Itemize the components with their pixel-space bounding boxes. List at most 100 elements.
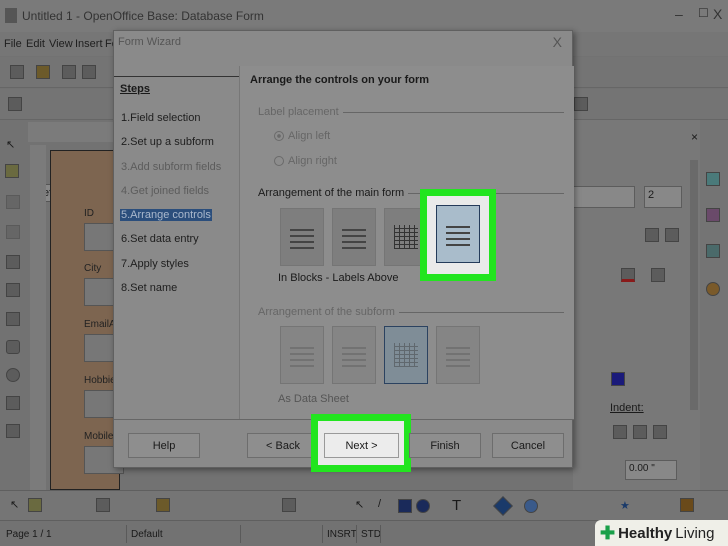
insert-mode[interactable]: INSRT <box>327 529 357 540</box>
list-box-icon[interactable] <box>6 396 20 410</box>
horizontal-ruler <box>28 122 118 142</box>
vertical-ruler <box>30 145 46 490</box>
sub-columnar-left-icon <box>290 343 314 367</box>
increase-indent-icon[interactable] <box>613 425 627 439</box>
form-properties-icon[interactable] <box>6 225 20 239</box>
control-properties-icon[interactable] <box>96 498 110 512</box>
image-icon[interactable] <box>680 498 694 512</box>
sub-blocks-labels-above-option[interactable] <box>436 326 480 384</box>
form-wizard-dialog: Form Wizard X Steps 1.Field selection 2.… <box>113 30 574 472</box>
font-size-select[interactable]: 2 <box>644 186 682 208</box>
select-pointer-icon[interactable]: ↖ <box>6 138 20 152</box>
decrease-indent-icon[interactable] <box>633 425 647 439</box>
dialog-close-button[interactable]: X <box>553 34 562 50</box>
align-left-label: Align left <box>288 130 331 142</box>
maximize-button[interactable]: ☐ <box>698 6 709 20</box>
sub-columnar-top-option[interactable] <box>332 326 376 384</box>
basic-shapes-icon[interactable] <box>493 496 513 516</box>
edit-file-icon[interactable] <box>82 65 96 79</box>
stars-icon[interactable]: ★ <box>620 499 634 513</box>
menu-file[interactable]: File <box>4 38 22 50</box>
step-arrange-controls[interactable]: 5.Arrange controls <box>120 209 212 221</box>
menu-edit[interactable]: Edit <box>26 38 45 50</box>
styles-deck-icon[interactable] <box>706 208 720 222</box>
styles-icon[interactable] <box>8 97 22 111</box>
page-style[interactable]: Default <box>131 529 163 540</box>
step-field-selection[interactable]: 1.Field selection <box>120 112 202 124</box>
finish-button[interactable]: Finish <box>409 433 481 458</box>
columnar-top-icon <box>342 225 366 249</box>
subform-arrangement-caption: As Data Sheet <box>278 393 349 405</box>
title-bar: Untitled 1 - OpenOffice Base: Database F… <box>0 0 728 32</box>
text-icon[interactable]: T <box>452 497 466 514</box>
back-button[interactable]: < Back <box>247 433 319 458</box>
design-mode-toggle-icon[interactable] <box>28 498 42 512</box>
grid-icon[interactable] <box>282 498 296 512</box>
step-set-up-subform[interactable]: 2.Set up a subform <box>120 136 215 148</box>
arrange-controls-page: Arrange the controls on your form Label … <box>239 66 574 419</box>
menu-view[interactable]: View <box>49 38 73 50</box>
combo-box-icon[interactable] <box>6 424 20 438</box>
gallery-deck-icon[interactable] <box>706 244 720 258</box>
main-form-arrangement-title: Arrangement of the main form <box>258 187 405 199</box>
close-sidebar-icon[interactable]: × <box>691 130 698 144</box>
page-heading: Arrange the controls on your form <box>250 74 430 86</box>
cancel-button[interactable]: Cancel <box>492 433 564 458</box>
align-right-radio[interactable]: Align right <box>274 155 337 167</box>
open-folder-icon[interactable] <box>36 65 50 79</box>
font-name-select[interactable] <box>573 186 635 208</box>
ellipse-icon[interactable] <box>416 499 430 513</box>
subform-arrangement-title: Arrangement of the subform <box>258 306 395 318</box>
formatted-field-icon[interactable] <box>6 312 20 326</box>
select-icon[interactable]: ↖ <box>10 498 24 512</box>
design-mode-icon[interactable] <box>5 164 19 178</box>
control-wizard-icon[interactable] <box>6 195 20 209</box>
sub-columnar-left-option[interactable] <box>280 326 324 384</box>
align-left-radio[interactable]: Align left <box>274 130 330 142</box>
menu-insert[interactable]: Insert <box>75 38 103 50</box>
grow-font-icon[interactable] <box>645 228 659 242</box>
line-icon[interactable]: / <box>378 498 392 512</box>
navigator-deck-icon[interactable] <box>706 282 720 296</box>
sidebar-scrollbar[interactable] <box>690 160 698 410</box>
spacing-input[interactable]: 0.00 " <box>625 460 677 480</box>
steps-header: Steps <box>120 83 150 95</box>
step-add-subform-fields[interactable]: 3.Add subform fields <box>120 161 222 173</box>
help-button[interactable]: Help <box>128 433 200 458</box>
step-apply-styles[interactable]: 7.Apply styles <box>120 258 190 270</box>
rectangle-icon[interactable] <box>398 499 412 513</box>
main-columnar-top-option[interactable] <box>332 208 376 266</box>
main-columnar-left-option[interactable] <box>280 208 324 266</box>
sidebar-deck-tabs <box>700 120 728 490</box>
minimize-button[interactable]: – <box>675 6 683 22</box>
subform-arrangement-group: Arrangement of the subform <box>258 306 564 318</box>
properties-deck-icon[interactable] <box>706 172 720 186</box>
shrink-font-icon[interactable] <box>665 228 679 242</box>
main-blocks-labels-above-option[interactable] <box>436 205 480 263</box>
checkbox-icon[interactable] <box>6 255 20 269</box>
next-button[interactable]: Next > <box>324 433 399 458</box>
align-right-label: Align right <box>288 155 337 167</box>
draw-select-icon[interactable]: ↖ <box>355 498 369 512</box>
save-icon[interactable] <box>62 65 76 79</box>
option-button-icon[interactable] <box>6 368 20 382</box>
font-color-icon[interactable] <box>621 268 635 282</box>
sub-datasheet-icon <box>394 343 418 367</box>
hanging-indent-icon[interactable] <box>653 425 667 439</box>
highlight-color-icon[interactable] <box>651 268 665 282</box>
step-get-joined-fields[interactable]: 4.Get joined fields <box>120 185 210 197</box>
step-set-data-entry[interactable]: 6.Set data entry <box>120 233 200 245</box>
close-window-button[interactable]: X <box>713 6 722 22</box>
sub-columnar-top-icon <box>342 343 366 367</box>
sub-datasheet-option[interactable] <box>384 326 428 384</box>
form-navigator-icon[interactable] <box>156 498 170 512</box>
new-document-icon[interactable] <box>10 65 24 79</box>
highlight-icon[interactable] <box>574 97 588 111</box>
text-box-icon[interactable] <box>6 283 20 297</box>
dialog-footer: Help < Back Next > Finish Cancel <box>114 414 574 472</box>
step-set-name[interactable]: 8.Set name <box>120 282 178 294</box>
symbol-shapes-icon[interactable] <box>524 499 538 513</box>
selection-mode[interactable]: STD <box>361 529 381 540</box>
background-color-icon[interactable] <box>611 372 625 386</box>
push-button-icon[interactable] <box>6 340 20 354</box>
